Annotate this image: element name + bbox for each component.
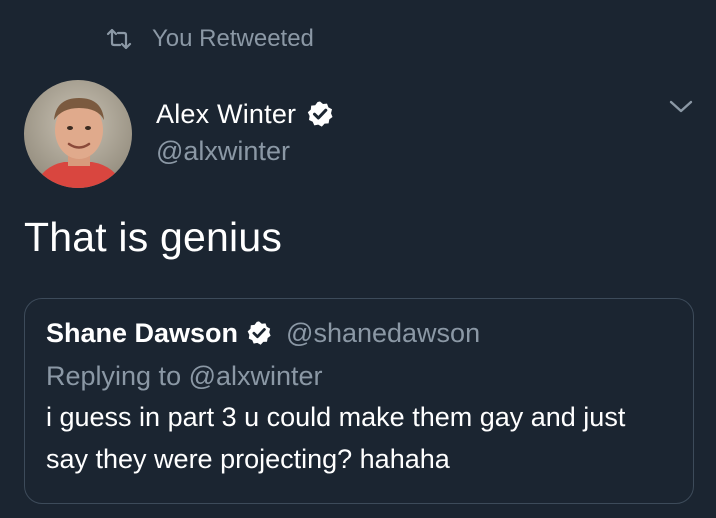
retweet-label: You Retweeted — [152, 25, 314, 52]
tweet-text: That is genius — [24, 214, 283, 260]
quoted-author-name: Shane Dawson — [46, 317, 239, 348]
verified-badge-icon — [246, 320, 272, 346]
avatar[interactable] — [24, 80, 132, 188]
verified-badge-icon — [306, 100, 334, 128]
quoted-tweet-text: i guess in part 3 u could make them gay … — [46, 402, 626, 474]
author-handle[interactable]: @alxwinter — [156, 136, 334, 167]
retweet-indicator[interactable]: You Retweeted — [106, 24, 314, 54]
quoted-tweet-card[interactable]: Shane Dawson @shanedawson Replying to @a… — [24, 298, 694, 504]
replying-to-line: Replying to @alxwinter — [46, 361, 323, 391]
chevron-down-icon[interactable] — [668, 98, 694, 116]
retweet-icon — [106, 28, 132, 50]
quoted-author-handle: @shanedawson — [286, 317, 481, 348]
author-block[interactable]: Alex Winter @alxwinter — [156, 96, 334, 167]
tweet-screen: You Retweeted Alex Winter @alxwinter Tha… — [0, 0, 716, 518]
author-name[interactable]: Alex Winter — [156, 99, 296, 130]
